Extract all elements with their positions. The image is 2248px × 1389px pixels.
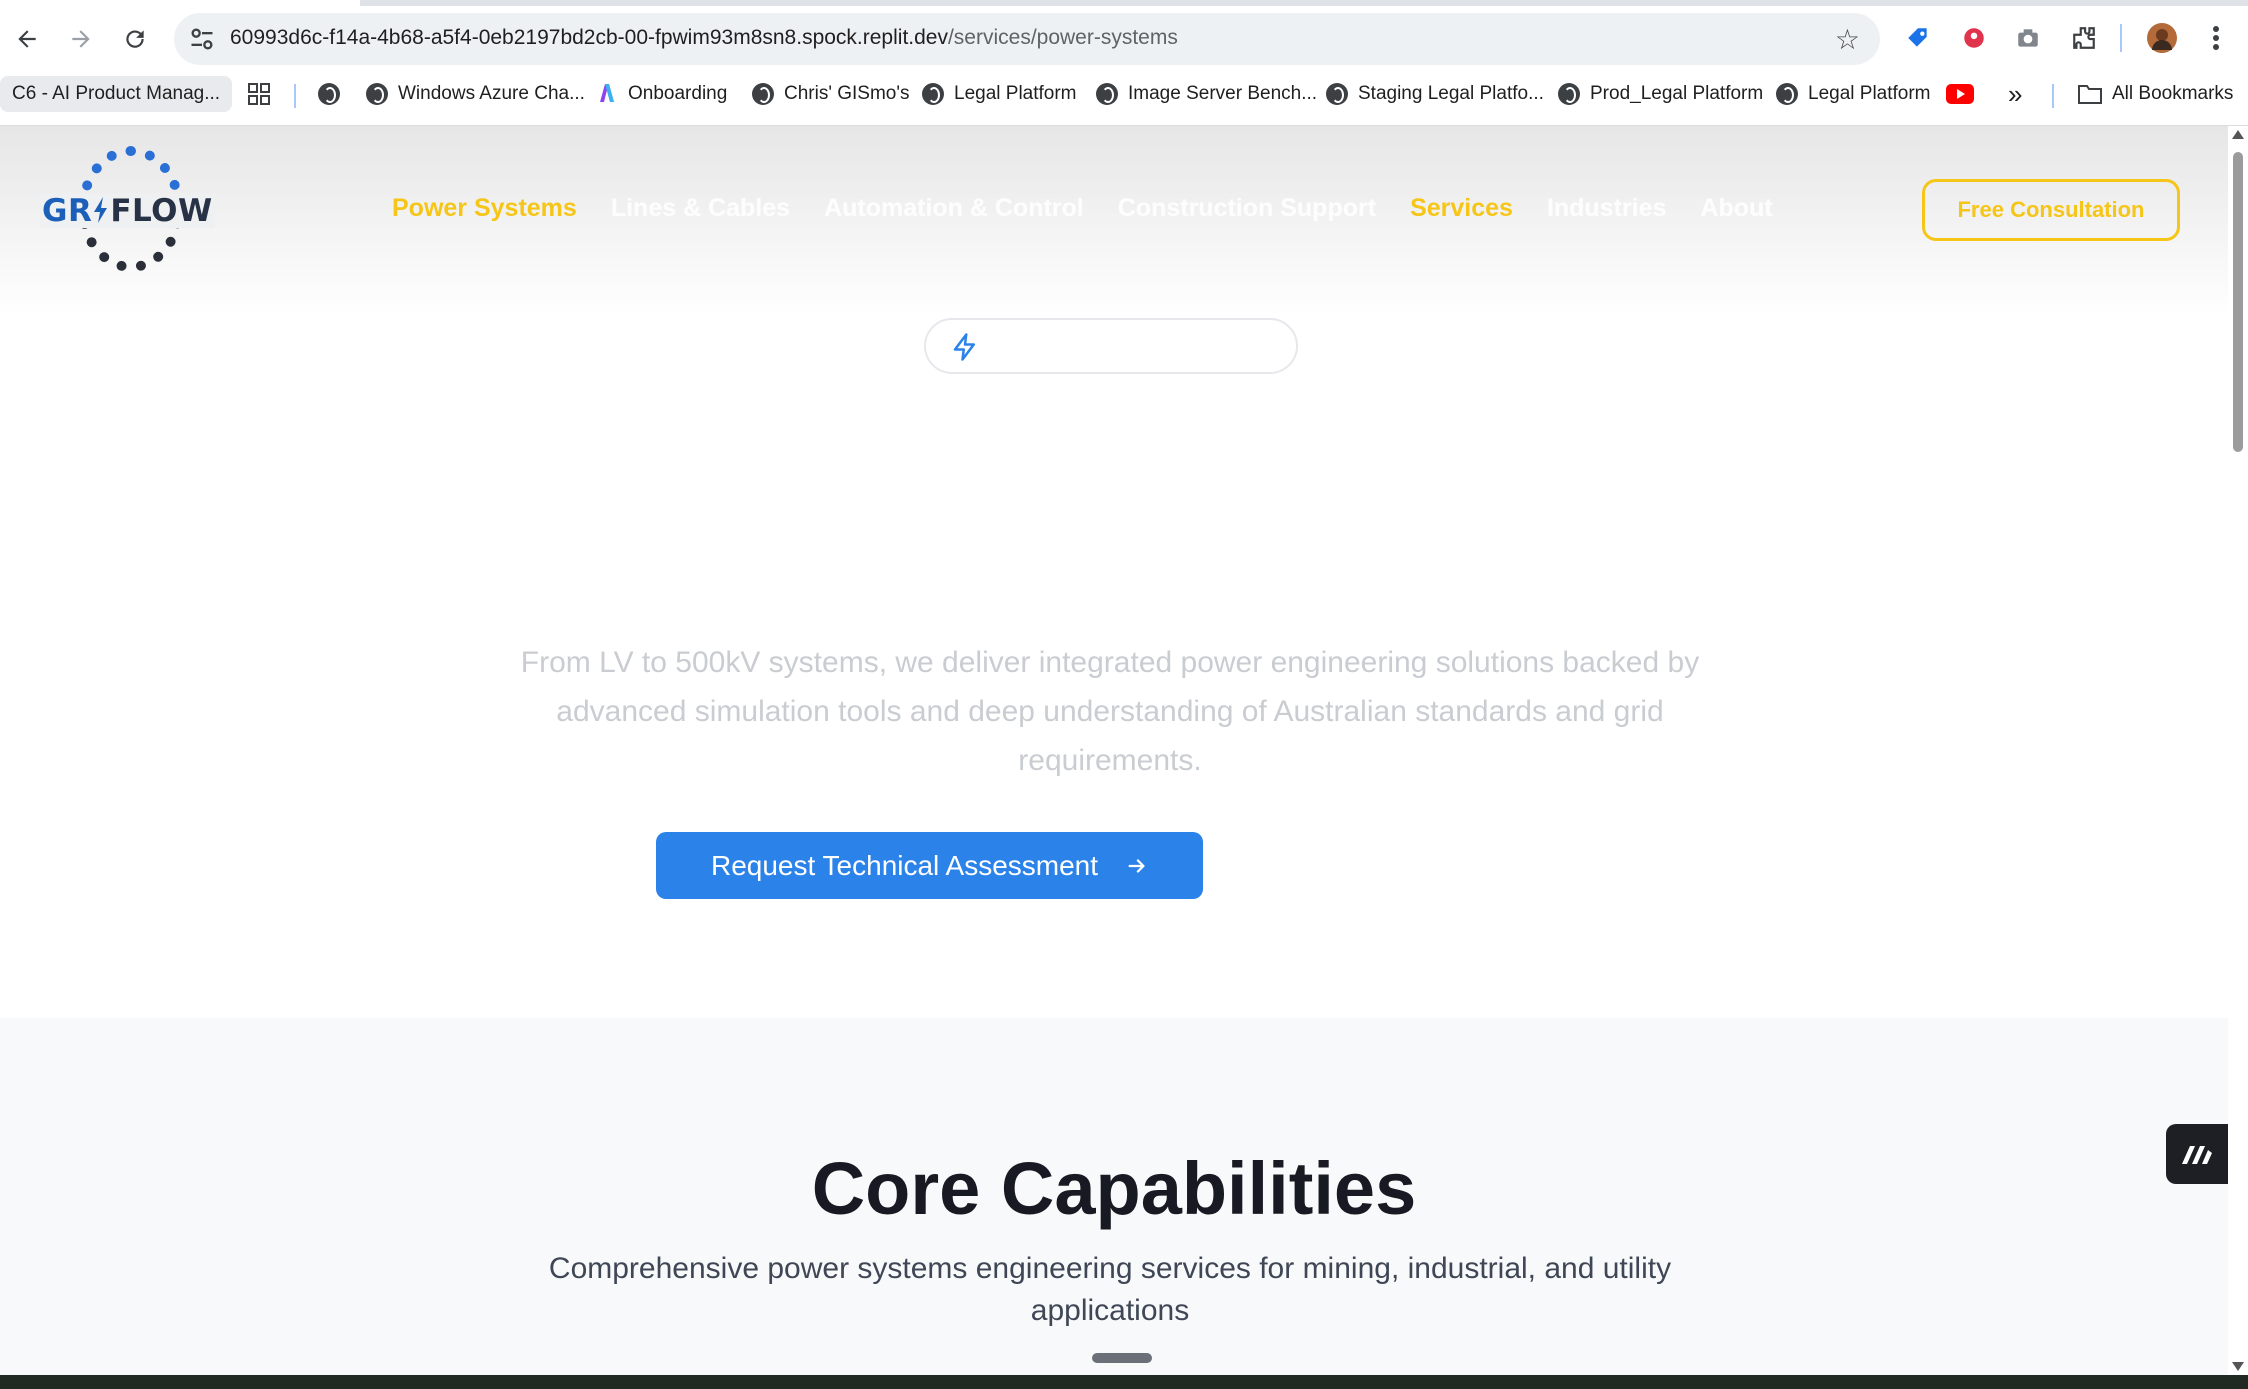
core-capabilities-heading: Core Capabilities	[811, 1147, 1417, 1230]
url-text[interactable]: 60993d6c-f14a-4b68-a5f4-0eb2197bd2cb-00-…	[230, 26, 1178, 50]
scroll-indicator[interactable]	[1092, 1353, 1152, 1363]
os-taskbar-edge	[0, 1375, 2248, 1389]
page-viewport: GR FLOW Power Systems Lines & Cables Auto…	[0, 126, 2228, 1375]
apps-icon[interactable]	[248, 80, 270, 108]
back-icon[interactable]	[8, 20, 46, 58]
folder-icon	[2078, 85, 2102, 104]
request-assessment-button[interactable]: Request Technical Assessment	[656, 832, 1203, 899]
nav-services[interactable]: Services	[1410, 194, 1513, 223]
toolbar-divider	[2120, 24, 2122, 52]
bookmark-divider	[2052, 84, 2054, 108]
hero-badge	[924, 318, 1298, 374]
nav-power-systems[interactable]: Power Systems	[392, 194, 577, 223]
logo-text-gr: GR	[42, 193, 93, 229]
globe-icon	[1326, 83, 1348, 105]
bookmark-item[interactable]: Staging Legal Platfo...	[1326, 80, 1544, 108]
youtube-icon[interactable]	[1946, 80, 1974, 108]
floating-widget-button[interactable]	[2166, 1124, 2228, 1184]
onboarding-icon	[600, 84, 614, 102]
profile-avatar[interactable]	[2146, 22, 2178, 54]
core-capabilities-subtitle: Comprehensive power systems engineering …	[548, 1252, 1672, 1327]
extension-tag-icon[interactable]	[1902, 22, 1934, 54]
globe-icon	[1096, 83, 1118, 105]
widget-logo-icon	[2182, 1146, 2212, 1164]
core-capabilities-section: Core Capabilities Comprehensive power sy…	[0, 1018, 2228, 1375]
arrow-right-icon	[1128, 858, 1145, 873]
logo-text-flow: FLOW	[110, 193, 213, 229]
bookmark-label: Legal Platform	[1808, 83, 1931, 104]
extensions-icon[interactable]	[2068, 22, 2100, 54]
bookmark-label: Windows Azure Cha...	[398, 83, 585, 104]
bookmark-globe[interactable]	[318, 80, 340, 108]
bookmarks-bar: C6 - AI Product Manag... Windows Azure C…	[0, 76, 2248, 112]
url-host: 60993d6c-f14a-4b68-a5f4-0eb2197bd2cb-00-…	[230, 26, 948, 49]
bookmark-item[interactable]: Onboarding	[596, 80, 727, 108]
nav-about[interactable]: About	[1700, 194, 1772, 223]
nav-automation-control[interactable]: Automation & Control	[824, 194, 1084, 223]
logo-bolt-icon	[94, 197, 108, 223]
scroll-up-icon[interactable]	[2232, 130, 2244, 139]
logo-wordmark: GR FLOW	[40, 194, 215, 228]
bookmark-star-icon[interactable]: ☆	[1835, 23, 1860, 56]
more-bookmarks-icon[interactable]: »	[2008, 79, 2022, 109]
tab-strip	[0, 0, 2248, 6]
extension-rocket-icon[interactable]	[1958, 22, 1990, 54]
bookmark-item[interactable]: Chris' GISmo's	[752, 80, 910, 108]
bookmark-item[interactable]: Image Server Bench...	[1096, 80, 1317, 108]
request-assessment-label: Request Technical Assessment	[710, 849, 1099, 881]
globe-icon	[1776, 83, 1798, 105]
nav-industries[interactable]: Industries	[1547, 194, 1666, 223]
nav-lines-cables[interactable]: Lines & Cables	[611, 194, 790, 223]
gridflow-logo[interactable]: GR FLOW	[36, 146, 216, 276]
bookmark-item[interactable]: Legal Platform	[922, 80, 1077, 108]
camera-icon[interactable]	[2012, 22, 2044, 54]
bookmark-item[interactable]: Prod_Legal Platform	[1558, 80, 1763, 108]
free-consultation-button[interactable]: Free Consultation	[1922, 179, 2180, 241]
globe-icon	[922, 83, 944, 105]
globe-icon	[318, 83, 340, 105]
bookmark-label: Staging Legal Platfo...	[1358, 83, 1544, 104]
nav-construction-support[interactable]: Construction Support	[1118, 194, 1376, 223]
globe-icon	[1558, 83, 1580, 105]
address-bar[interactable]: 60993d6c-f14a-4b68-a5f4-0eb2197bd2cb-00-…	[174, 13, 1880, 65]
tab-group-label[interactable]: C6 - AI Product Manag...	[0, 76, 233, 112]
bookmark-label: Prod_Legal Platform	[1590, 83, 1764, 104]
bookmark-label: Image Server Bench...	[1128, 83, 1318, 104]
bookmark-label: Onboarding	[628, 83, 728, 104]
hero-section: GR FLOW Power Systems Lines & Cables Auto…	[0, 126, 2228, 1018]
all-bookmarks-label: All Bookmarks	[2112, 83, 2234, 104]
bookmark-item[interactable]: Windows Azure Cha...	[366, 80, 585, 108]
browser-menu-icon[interactable]	[2200, 22, 2232, 54]
site-settings-icon[interactable]	[188, 25, 216, 53]
page-scrollbar[interactable]	[2228, 126, 2248, 1375]
globe-icon	[752, 83, 774, 105]
globe-icon	[366, 83, 388, 105]
scrollbar-thumb[interactable]	[2233, 152, 2243, 452]
forward-icon[interactable]	[62, 20, 100, 58]
lightning-bolt-icon	[953, 333, 975, 361]
main-nav: Power Systems Lines & Cables Automation …	[392, 194, 1807, 223]
url-path: /services/power-systems	[947, 26, 1178, 49]
bookmark-label: Chris' GISmo's	[784, 83, 910, 104]
bookmark-divider	[294, 84, 296, 108]
all-bookmarks[interactable]: All Bookmarks	[2078, 80, 2233, 108]
browser-chrome: 60993d6c-f14a-4b68-a5f4-0eb2197bd2cb-00-…	[0, 0, 2248, 126]
reload-icon[interactable]	[116, 20, 154, 58]
bookmark-label: Legal Platform	[954, 83, 1077, 104]
hero-description: From LV to 500kV systems, we deliver int…	[520, 646, 1700, 777]
bookmark-item[interactable]: Legal Platform	[1776, 80, 1931, 108]
scroll-down-icon[interactable]	[2232, 1362, 2244, 1371]
